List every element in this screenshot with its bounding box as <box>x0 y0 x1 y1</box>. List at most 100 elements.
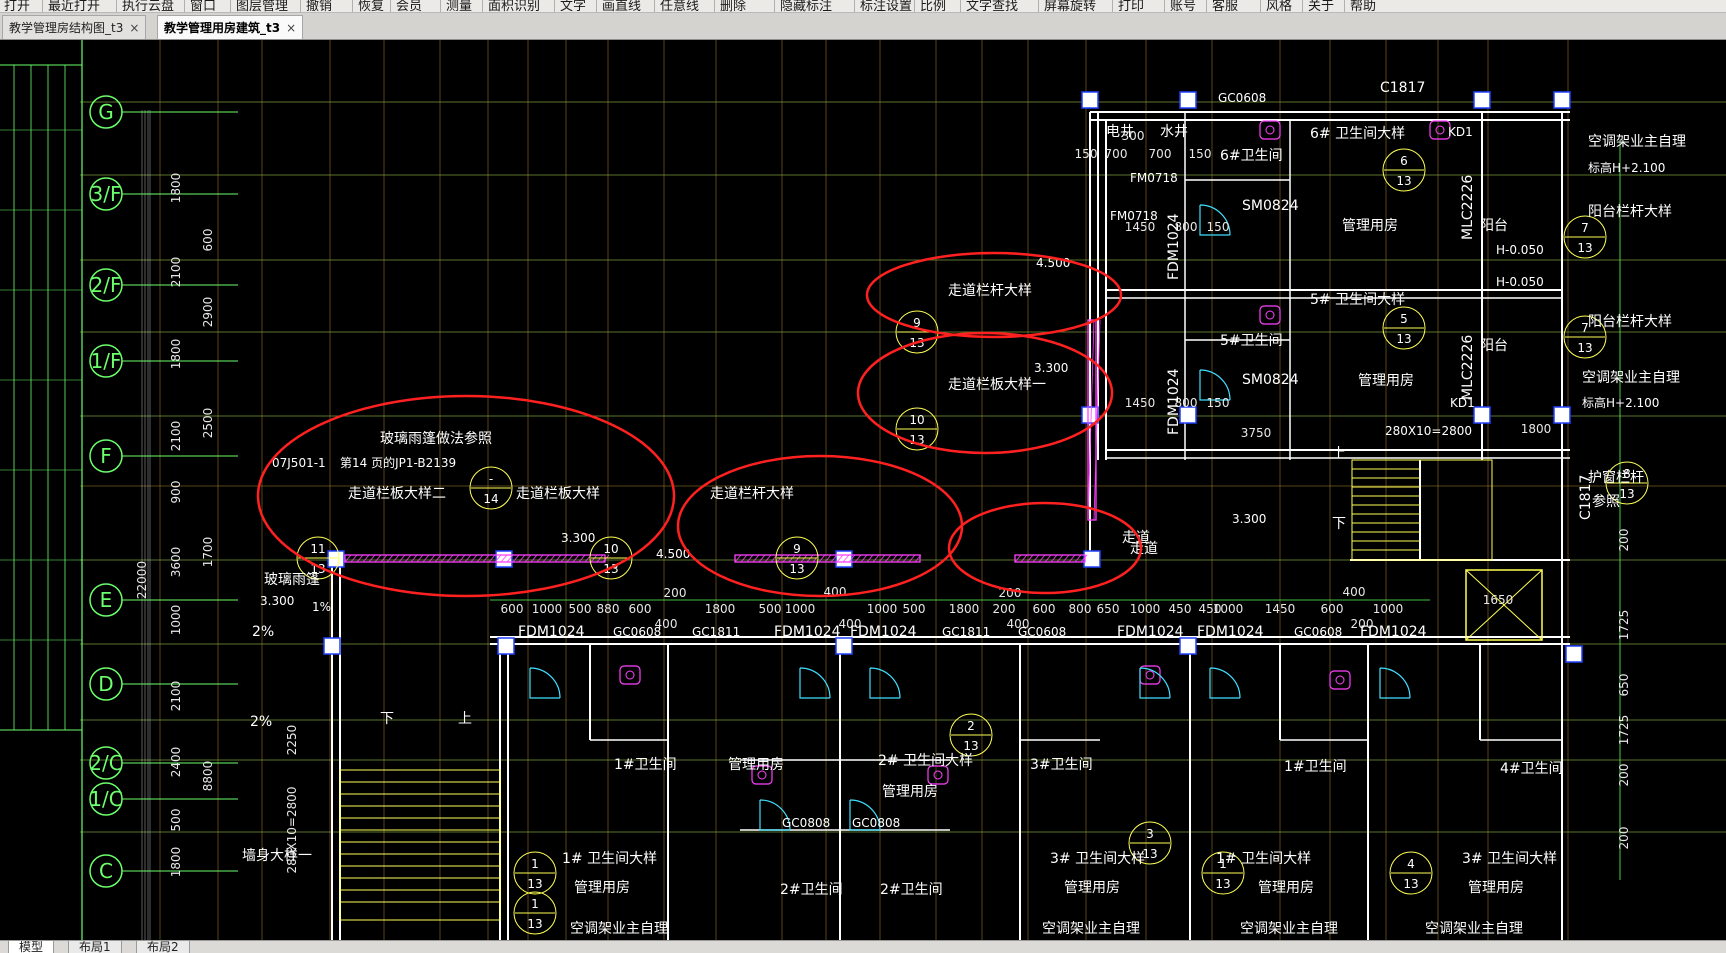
layout-tab-1[interactable]: 布局1 <box>68 941 122 953</box>
menu-separator <box>854 0 855 12</box>
hatch-stroke <box>356 554 364 563</box>
window-label: C1817 <box>1578 475 1594 520</box>
room-label: 5#卫生间 <box>1220 333 1283 349</box>
room-label: 管理用房 <box>1342 218 1398 234</box>
hatch-stroke <box>1050 554 1058 563</box>
dimension-text: 700 <box>1149 147 1172 161</box>
detail-number: 7 <box>1581 221 1589 235</box>
hatch-stroke <box>908 554 916 563</box>
menu-item[interactable]: 文字查找 <box>966 0 1018 12</box>
menu-separator <box>1206 0 1207 12</box>
axis-label-D: D <box>98 672 113 696</box>
detail-number: 9 <box>793 542 801 556</box>
detail-number: 2 <box>967 719 975 733</box>
dimension-text: 1450 <box>1125 396 1156 410</box>
menu-item[interactable]: 撤销 <box>306 0 332 12</box>
column <box>497 637 515 655</box>
close-icon[interactable]: × <box>286 21 296 35</box>
railing-label: 走道栏杆大样 <box>710 486 794 502</box>
menu-item[interactable]: 文字 <box>560 0 586 12</box>
hatch-stroke <box>1074 554 1082 563</box>
hatch-stroke <box>1068 554 1076 563</box>
axis-grid <box>80 40 1726 940</box>
room-label: 2#卫生间 <box>880 882 943 898</box>
dimension-text: 150 <box>1075 147 1098 161</box>
layout-tab-model[interactable]: 模型 <box>8 941 55 953</box>
layout-tab-2[interactable]: 布局2 <box>136 941 190 953</box>
fixture <box>1265 125 1275 135</box>
close-icon[interactable]: × <box>129 21 139 35</box>
menu-item[interactable]: 标注设置 <box>860 0 912 12</box>
menu-item[interactable]: 打开 <box>4 0 30 12</box>
hatch-stroke <box>392 554 400 563</box>
cad-drawing[interactable]: G3/F2/F1/FFED2/C1/CC 1800210018002100900… <box>0 40 1726 940</box>
hatch-stroke <box>1062 554 1070 563</box>
hatch-stroke <box>530 554 538 563</box>
hatch-stroke <box>890 554 898 563</box>
room-label: 3#卫生间 <box>1030 757 1093 773</box>
window-label: GC0808 <box>782 816 830 830</box>
hatch-stroke <box>416 554 424 563</box>
room-label: 1#卫生间 <box>614 757 677 773</box>
hatch-stroke <box>866 554 874 563</box>
markup-ellipse <box>947 501 1143 595</box>
dimension-text: 600 <box>501 602 524 616</box>
file-tab-structure[interactable]: 教学管理房结构图_t3 × <box>2 15 147 39</box>
menu-separator <box>1302 0 1303 12</box>
hatch-stroke <box>542 554 550 563</box>
guard-label: 参照 <box>1592 493 1620 510</box>
ac-note: 空调架业主自理 <box>1240 921 1338 937</box>
dimension-text: 22000 <box>135 561 149 599</box>
dimension-text: 450 <box>1169 602 1192 616</box>
window-label: GC0808 <box>852 816 900 830</box>
menu-separator <box>774 0 775 12</box>
column <box>1081 91 1099 109</box>
dimension-text: 2100 <box>169 421 183 452</box>
menu-item[interactable]: 关于 <box>1308 0 1334 12</box>
menu-separator <box>596 0 597 12</box>
slope-label: 2% <box>252 624 274 640</box>
column <box>1083 550 1101 568</box>
room-label: 6#卫生间 <box>1220 148 1283 164</box>
menu-item[interactable]: 测量 <box>446 0 472 12</box>
file-tab-architecture-label: 教学管理用房建筑_t3 <box>164 21 281 35</box>
stair-direction: 上 <box>1332 446 1346 462</box>
axis-label-E: E <box>100 588 113 612</box>
window-label: MLC2226 <box>1460 335 1476 400</box>
column <box>835 637 853 655</box>
menu-item[interactable]: 任意线 <box>660 0 699 12</box>
dimension-text: 650 <box>1097 602 1120 616</box>
menu-item[interactable]: 面积识别 <box>488 0 540 12</box>
file-tab-architecture[interactable]: 教学管理用房建筑_t3 × <box>157 15 304 39</box>
menu-item[interactable]: 打印 <box>1118 0 1144 12</box>
menu-item[interactable]: 账号 <box>1170 0 1196 12</box>
menu-item[interactable]: 画直线 <box>602 0 641 12</box>
menu-item[interactable]: 删除 <box>720 0 746 12</box>
menu-item[interactable]: 客服 <box>1212 0 1238 12</box>
door-swing <box>1209 667 1241 699</box>
dimension-text: 3600 <box>169 547 183 578</box>
hatch-stroke <box>476 554 484 563</box>
menu-item[interactable]: 恢复 <box>358 0 384 12</box>
menu-item[interactable]: 帮助 <box>1350 0 1376 12</box>
menu-item[interactable]: 窗口 <box>190 0 216 12</box>
detail-sheet: 13 <box>1396 174 1411 188</box>
menu-item[interactable]: 执行云盘 <box>122 0 174 12</box>
canopy-note: 第14 页的JP1-B2139 <box>340 455 456 470</box>
menu-item[interactable]: 屏幕旋转 <box>1044 0 1096 12</box>
menu-item[interactable]: 最近打开 <box>48 0 100 12</box>
menu-item[interactable]: 风格 <box>1266 0 1292 12</box>
door-label: FDM1024 <box>1166 368 1182 435</box>
detail-number: 1 <box>531 857 539 871</box>
dimension-text: 600 <box>629 602 652 616</box>
menu-item[interactable]: 会员 <box>396 0 422 12</box>
menu-item[interactable]: 图层管理 <box>236 0 288 12</box>
detail-number: 11 <box>310 542 325 556</box>
dimension-text: 600 <box>1321 602 1344 616</box>
menu-item[interactable]: 比例 <box>920 0 946 12</box>
detail-number: 4 <box>1407 857 1415 871</box>
menu-separator <box>482 0 483 12</box>
room-label: 3# 卫生间大样 <box>1462 851 1557 867</box>
drawing-canvas[interactable]: G 3/F 2/F 1/F F E D 2/C 1/C C 1800 2100 1800 2100 900… <box>0 40 1726 940</box>
menu-item[interactable]: 隐藏标注 <box>780 0 832 12</box>
